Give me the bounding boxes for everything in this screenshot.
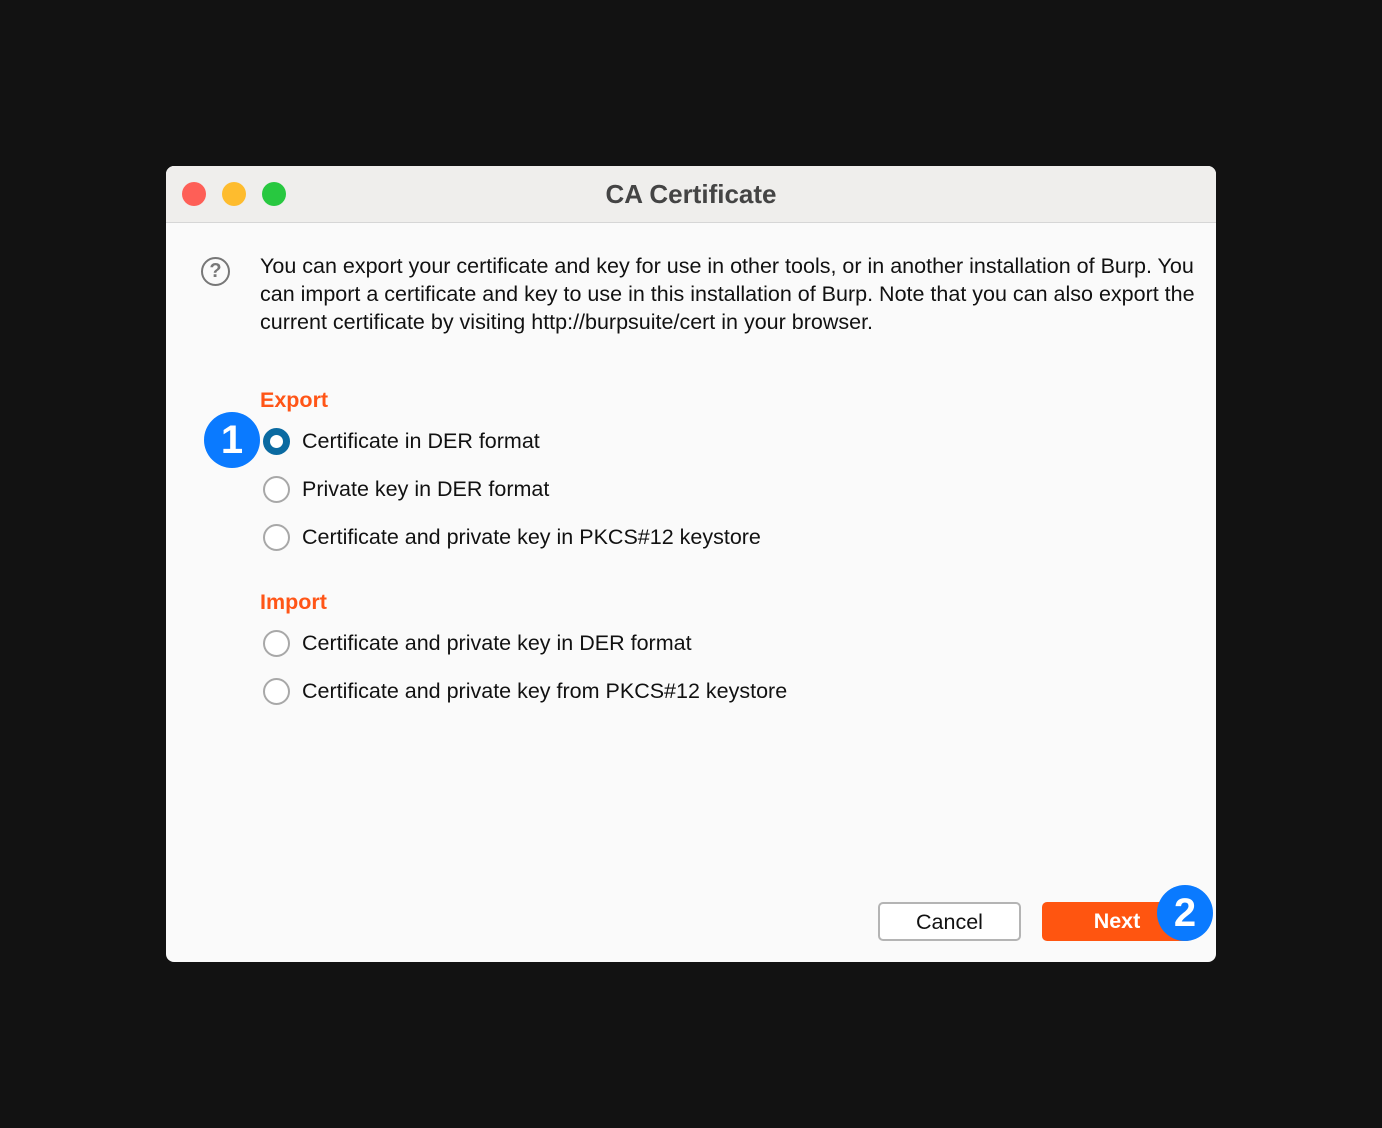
radio-button[interactable] bbox=[263, 678, 290, 705]
radio-button[interactable] bbox=[263, 476, 290, 503]
export-heading: Export bbox=[260, 388, 329, 412]
ca-certificate-dialog: CA Certificate ? You can export your cer… bbox=[166, 166, 1216, 962]
window-title: CA Certificate bbox=[605, 179, 777, 209]
radio-export-pkcs12[interactable]: Certificate and private key in PKCS#12 k… bbox=[263, 524, 761, 551]
annotation-badge-2: 2 bbox=[1157, 885, 1213, 941]
annotation-badge-1: 1 bbox=[204, 412, 260, 468]
title-bar: CA Certificate bbox=[166, 166, 1216, 223]
import-heading: Import bbox=[260, 590, 327, 614]
radio-export-cert-der[interactable]: Certificate in DER format bbox=[263, 428, 540, 455]
radio-button-selected[interactable] bbox=[263, 428, 290, 455]
radio-import-der[interactable]: Certificate and private key in DER forma… bbox=[263, 630, 692, 657]
help-icon[interactable]: ? bbox=[201, 257, 230, 286]
option-label: Certificate in DER format bbox=[302, 429, 540, 453]
option-label: Certificate and private key in DER forma… bbox=[302, 631, 692, 655]
option-label: Private key in DER format bbox=[302, 477, 550, 501]
radio-import-pkcs12[interactable]: Certificate and private key from PKCS#12… bbox=[263, 678, 787, 705]
radio-button[interactable] bbox=[263, 630, 290, 657]
cancel-button[interactable]: Cancel bbox=[878, 902, 1021, 941]
option-label: Certificate and private key from PKCS#12… bbox=[302, 679, 788, 703]
description-text: You can export your certificate and key … bbox=[260, 254, 1195, 334]
radio-export-key-der[interactable]: Private key in DER format bbox=[263, 476, 549, 503]
radio-button[interactable] bbox=[263, 524, 290, 551]
option-label: Certificate and private key in PKCS#12 k… bbox=[302, 525, 761, 549]
